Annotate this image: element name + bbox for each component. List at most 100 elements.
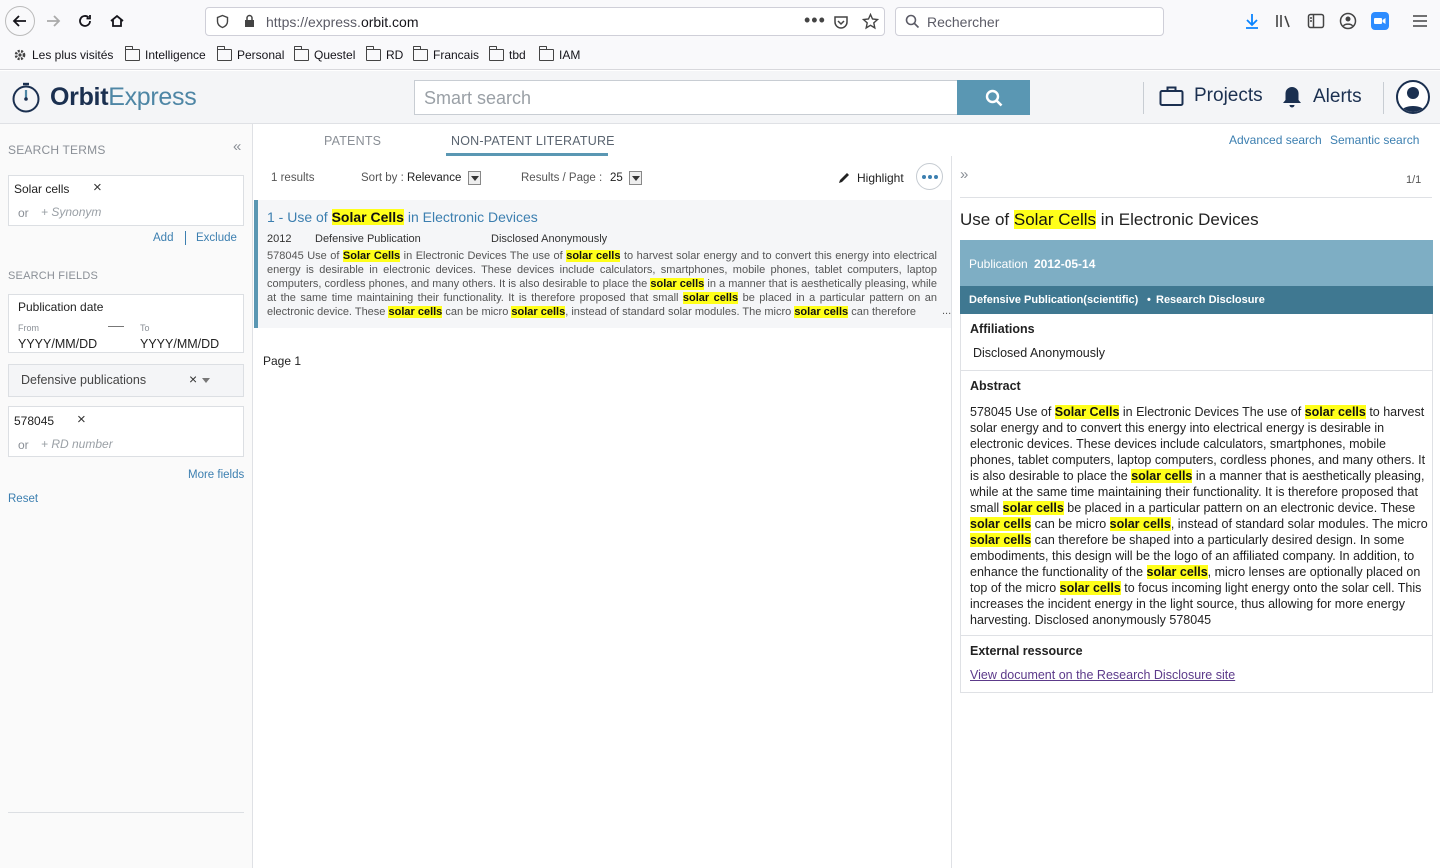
browser-search-input[interactable]: Rechercher (895, 7, 1164, 36)
bookmark-folder-questel[interactable]: Questel (294, 48, 355, 62)
rd-number-box: 578045 × or + RD number (8, 406, 244, 457)
title-highlight: Solar Cells (332, 209, 404, 225)
title-text: Use of (960, 210, 1014, 229)
snippet-ellipsis: ... (942, 305, 951, 317)
bookmark-label: IAM (559, 48, 580, 62)
per-page-label: Results / Page : (521, 172, 602, 184)
sidebar-toggle-button[interactable] (1306, 11, 1326, 31)
highlight-button[interactable]: Highlight (837, 171, 904, 185)
folder-icon (489, 49, 504, 61)
bookmark-folder-intelligence[interactable]: Intelligence (125, 48, 206, 62)
date-range-dash (108, 326, 124, 327)
results-toolbar: 1 results Sort by : Relevance Results / … (254, 156, 951, 200)
tab-patents[interactable]: PATENTS (324, 134, 381, 148)
sort-select[interactable]: Relevance (407, 172, 461, 184)
home-button[interactable] (102, 6, 132, 36)
remove-term-icon[interactable]: × (93, 179, 102, 196)
search-term-chip: Solar cells (14, 182, 69, 196)
result-title-link[interactable]: 1 - Use of Solar Cells in Electronic Dev… (267, 209, 538, 225)
more-fields-button[interactable]: More fields (188, 469, 244, 481)
shield-icon[interactable] (215, 14, 230, 29)
result-snippet: 578045 Use of Solar Cells in Electronic … (267, 249, 937, 319)
keyword-highlight: solar cells (1003, 501, 1064, 515)
browser-search-placeholder: Rechercher (927, 14, 999, 30)
search-fields-title: SEARCH FIELDS (8, 270, 98, 282)
text-segment: 578045 Use of (267, 250, 343, 262)
collapse-sidebar-icon[interactable]: « (233, 138, 241, 155)
downloads-button[interactable] (1242, 11, 1262, 31)
publication-type-value: Defensive publications (21, 373, 146, 387)
result-item[interactable]: 1 - Use of Solar Cells in Electronic Dev… (254, 200, 951, 328)
chevron-down-icon[interactable] (202, 378, 210, 383)
orbit-express-logo[interactable]: OrbitExpress (11, 81, 196, 113)
from-date-input[interactable]: YYYY/MM/DD (18, 337, 97, 351)
page-actions-icon[interactable]: ••• (804, 10, 826, 31)
bookmark-folder-iam[interactable]: IAM (539, 48, 580, 62)
smart-search-input[interactable]: Smart search (414, 80, 958, 115)
publication-type: Defensive Publication(scientific) (969, 294, 1138, 306)
header-divider (1143, 82, 1144, 114)
sort-dropdown-icon[interactable] (468, 171, 481, 185)
library-button[interactable] (1274, 11, 1294, 31)
reload-button[interactable] (70, 6, 100, 36)
projects-button[interactable]: Projects (1159, 85, 1263, 107)
folder-icon (366, 49, 381, 61)
text-segment: can therefore (848, 306, 916, 318)
browser-toolbar: https://express.orbit.com ••• Rechercher (0, 0, 1440, 42)
research-disclosure-link[interactable]: View document on the Research Disclosure… (970, 668, 1235, 682)
more-options-button[interactable] (916, 163, 943, 190)
bookmark-folder-tbd[interactable]: tbd (489, 48, 526, 62)
logo-orbit-text: Orbit (50, 83, 108, 111)
star-icon[interactable] (862, 13, 879, 30)
account-button[interactable] (1338, 11, 1358, 31)
stopwatch-logo-icon (11, 81, 41, 113)
logo-express-text: Express (108, 83, 196, 111)
alerts-button[interactable]: Alerts (1281, 85, 1362, 109)
title-text: 1 - Use of (267, 209, 332, 225)
publication-type-select[interactable]: Defensive publications × (8, 364, 244, 397)
folder-icon (125, 49, 140, 61)
user-avatar[interactable] (1396, 80, 1430, 114)
per-page-select[interactable]: 25 (610, 172, 623, 184)
keyword-highlight: Solar Cells (343, 250, 400, 262)
remove-rd-icon[interactable]: × (77, 411, 86, 428)
highlight-label: Highlight (857, 171, 904, 185)
expand-panel-icon[interactable]: » (960, 166, 968, 183)
bookmark-folder-francais[interactable]: Francais (413, 48, 479, 62)
home-icon (108, 12, 126, 30)
bookmarks-bar: Les plus visités Intelligence Personal Q… (0, 42, 1440, 70)
folder-icon (413, 49, 428, 61)
tab-non-patent-literature[interactable]: NON-PATENT LITERATURE (451, 134, 615, 148)
url-bar[interactable]: https://express.orbit.com ••• (205, 7, 885, 36)
pocket-icon[interactable] (833, 14, 849, 30)
synonym-input[interactable]: + Synonym (41, 205, 101, 219)
keyword-highlight: solar cells (1305, 405, 1366, 419)
text-segment: in Electronic Devices The use of (400, 250, 566, 262)
to-date-input[interactable]: YYYY/MM/DD (140, 337, 219, 351)
reset-button[interactable]: Reset (8, 493, 38, 505)
text-segment: in Electronic Devices The use of (1119, 405, 1304, 419)
zoom-extension-button[interactable] (1370, 11, 1390, 31)
from-label: From (18, 323, 39, 333)
search-sidebar: SEARCH TERMS « Solar cells × or + Synony… (0, 124, 253, 868)
smart-search-button[interactable] (957, 80, 1030, 115)
bookmark-most-visited[interactable]: Les plus visités (13, 48, 113, 62)
semantic-search-link[interactable]: Semantic search (1330, 133, 1419, 147)
per-page-dropdown-icon[interactable] (629, 171, 642, 185)
menu-button[interactable] (1410, 11, 1430, 31)
clear-select-icon[interactable]: × (189, 371, 197, 387)
rd-number-input[interactable]: + RD number (41, 437, 113, 451)
advanced-search-link[interactable]: Advanced search (1229, 133, 1322, 147)
back-button[interactable] (5, 6, 35, 36)
exclude-term-button[interactable]: Exclude (196, 232, 237, 244)
search-terms-title: SEARCH TERMS (8, 143, 106, 157)
lock-icon (243, 14, 256, 29)
add-term-button[interactable]: Add (153, 232, 173, 244)
bookmark-folder-rd[interactable]: RD (366, 48, 403, 62)
bookmark-label: tbd (509, 48, 526, 62)
search-icon (905, 14, 920, 29)
bookmark-folder-personal[interactable]: Personal (217, 48, 284, 62)
sort-label: Sort by : (361, 172, 404, 184)
forward-button[interactable] (38, 6, 68, 36)
url-text[interactable]: https://express.orbit.com (266, 14, 419, 30)
